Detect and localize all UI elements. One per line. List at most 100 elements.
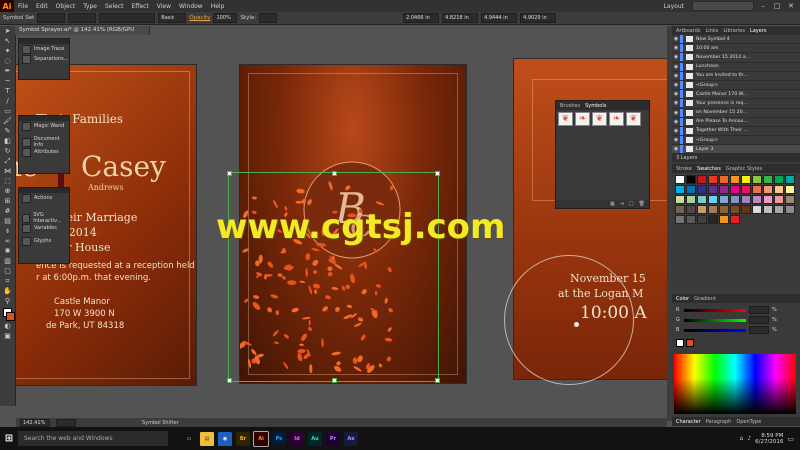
channel-b-slider[interactable] <box>684 328 746 332</box>
color-swatch[interactable] <box>708 205 718 215</box>
place-symbol-icon[interactable]: ⇥ <box>620 200 624 208</box>
tab-opentype[interactable]: OpenType <box>736 419 761 425</box>
notifications-icon[interactable]: ▭ <box>787 435 794 443</box>
scale-tool-icon[interactable]: ⤢ <box>2 157 13 166</box>
color-swatch[interactable] <box>763 175 773 185</box>
symbol-leaf-1-icon[interactable]: ❦ <box>558 112 573 126</box>
menu-object[interactable]: Object <box>52 3 80 10</box>
type-tool-icon[interactable]: T <box>2 87 13 96</box>
curvature-tool-icon[interactable]: ~ <box>2 77 13 86</box>
file-explorer-icon[interactable]: ▤ <box>200 431 214 446</box>
visibility-eye-icon[interactable]: ◉ <box>672 91 680 97</box>
x-input[interactable]: 2.0466 in <box>403 13 440 23</box>
attributes-item[interactable]: Attributes <box>19 147 69 157</box>
symbol-leaf-4-icon[interactable]: ❧ <box>609 112 624 126</box>
color-swatch[interactable] <box>752 205 762 215</box>
color-swatch[interactable] <box>697 205 707 215</box>
symbol-sprayer-tool-icon[interactable]: ✺ <box>2 247 13 256</box>
color-swatch[interactable] <box>719 195 729 205</box>
fill-swatch[interactable] <box>37 13 66 23</box>
direct-selection-tool-icon[interactable]: ↖ <box>2 37 13 46</box>
tab-libraries[interactable]: Libraries <box>723 28 745 34</box>
visibility-eye-icon[interactable]: ◉ <box>672 82 680 88</box>
tab-gradient[interactable]: Gradient <box>694 296 716 302</box>
color-stroke-swatch[interactable] <box>686 339 694 347</box>
clock[interactable]: 8:59 PM 6/27/2016 <box>755 433 783 445</box>
rectangle-tool-icon[interactable]: ▭ <box>2 107 13 116</box>
color-spectrum[interactable] <box>674 354 796 414</box>
variables-item[interactable]: Variables <box>19 223 69 233</box>
delete-symbol-icon[interactable]: 🗑 <box>639 200 645 208</box>
tab-symbols[interactable]: Symbols <box>585 103 606 109</box>
color-swatch[interactable] <box>675 185 685 195</box>
brush-definition[interactable]: Basic <box>158 13 187 23</box>
layer-row[interactable]: ◉ <Group> <box>672 81 800 91</box>
layer-row[interactable]: ◉ Layer 3 <box>672 145 800 155</box>
width-tool-icon[interactable]: ⋈ <box>2 167 13 176</box>
color-swatch[interactable] <box>730 205 740 215</box>
volume-icon[interactable]: ♪ <box>747 435 751 442</box>
channel-b-input[interactable] <box>749 326 769 334</box>
visibility-eye-icon[interactable]: ◉ <box>672 110 680 116</box>
color-swatch[interactable] <box>774 185 784 195</box>
tab-color[interactable]: Color <box>676 296 689 302</box>
indesign-icon[interactable]: Id <box>290 431 304 446</box>
actions-item[interactable]: Actions <box>19 193 69 203</box>
color-swatch[interactable] <box>686 195 696 205</box>
stroke-swatch[interactable] <box>68 13 97 23</box>
image-trace-item[interactable]: Image Trace <box>19 44 69 54</box>
color-swatch[interactable] <box>675 195 685 205</box>
color-swatch[interactable] <box>763 205 773 215</box>
menu-select[interactable]: Select <box>101 3 128 10</box>
color-swatch[interactable] <box>774 195 784 205</box>
color-swatch[interactable] <box>719 175 729 185</box>
opacity-input[interactable]: 100% <box>213 13 238 23</box>
artboard-navigator[interactable] <box>56 418 76 427</box>
tab-links[interactable]: Links <box>705 28 718 34</box>
handle-top[interactable] <box>332 171 337 176</box>
tab-swatches[interactable]: Swatches <box>697 166 721 172</box>
tab-brushes[interactable]: Brushes <box>560 103 580 109</box>
channel-r-slider[interactable] <box>684 308 746 312</box>
slice-tool-icon[interactable]: ⌗ <box>2 277 13 286</box>
color-swatch[interactable] <box>752 185 762 195</box>
screen-mode-icon[interactable]: ▣ <box>2 332 13 341</box>
color-swatch[interactable] <box>785 205 795 215</box>
symbol-leaf-5-icon[interactable]: ❦ <box>626 112 641 126</box>
layer-row[interactable]: ◉ You are Invited to th... <box>672 71 800 81</box>
visibility-eye-icon[interactable]: ◉ <box>672 54 680 60</box>
layer-row[interactable]: ◉ on November 15 20... <box>672 108 800 118</box>
channel-g-input[interactable] <box>749 316 769 324</box>
tab-paragraph[interactable]: Paragraph <box>706 419 732 425</box>
handle-bottom[interactable] <box>332 378 337 383</box>
visibility-eye-icon[interactable]: ◉ <box>672 64 680 70</box>
stroke-profile[interactable] <box>99 13 156 23</box>
tab-character[interactable]: Character <box>676 419 701 425</box>
minimize-icon[interactable]: – <box>758 2 768 10</box>
blend-tool-icon[interactable]: ∞ <box>2 237 13 246</box>
visibility-eye-icon[interactable]: ◉ <box>672 119 680 125</box>
drawing-mode-icon[interactable]: ◐ <box>2 322 13 331</box>
maximize-icon[interactable]: □ <box>772 2 782 10</box>
color-swatch[interactable] <box>741 205 751 215</box>
visibility-eye-icon[interactable]: ◉ <box>672 45 680 51</box>
color-swatch[interactable] <box>730 175 740 185</box>
zoom-input[interactable]: 142.41% <box>20 418 50 427</box>
color-swatch[interactable] <box>774 175 784 185</box>
perspective-grid-tool-icon[interactable]: ⊞ <box>2 197 13 206</box>
zoom-tool-icon[interactable]: ⚲ <box>2 297 13 306</box>
pen-tool-icon[interactable]: ✒ <box>2 67 13 76</box>
new-symbol-icon[interactable]: □ <box>629 200 634 208</box>
eyedropper-tool-icon[interactable]: ⌽ <box>2 227 13 236</box>
magic-wand-tool-icon[interactable]: ✦ <box>2 47 13 56</box>
artboard-tool-icon[interactable]: ▢ <box>2 267 13 276</box>
symbol-leaf-2-icon[interactable]: ❧ <box>575 112 590 126</box>
menu-edit[interactable]: Edit <box>32 3 52 10</box>
audition-icon[interactable]: Au <box>308 431 322 446</box>
color-swatch[interactable] <box>752 175 762 185</box>
magic-wand-item[interactable]: Magic Wand <box>19 121 69 131</box>
channel-r-input[interactable] <box>749 306 769 314</box>
paintbrush-tool-icon[interactable]: 🖌 <box>2 117 13 126</box>
color-swatch[interactable] <box>763 185 773 195</box>
color-swatch[interactable] <box>730 215 740 225</box>
